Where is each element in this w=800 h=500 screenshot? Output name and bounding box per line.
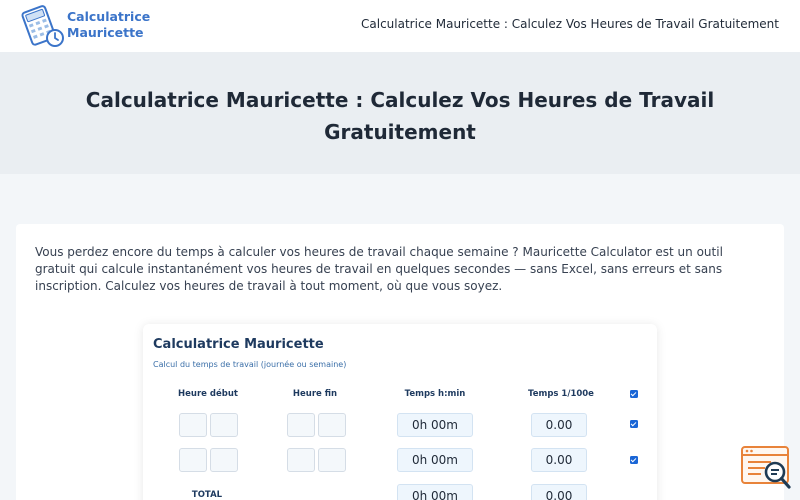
row-time-decimal: 0.00 bbox=[531, 413, 587, 437]
row-time-hm: 0h 00m bbox=[397, 448, 473, 472]
top-bar: Calculatrice Mauricette Calculatrice Mau… bbox=[0, 0, 800, 52]
row-checkbox[interactable] bbox=[630, 456, 638, 464]
calculator-title: Calculatrice Mauricette bbox=[153, 337, 324, 352]
intro-paragraph: Vous perdez encore du temps à calculer v… bbox=[35, 245, 723, 293]
brand-line-2: Mauricette bbox=[67, 25, 144, 40]
column-header-start: Heure début bbox=[178, 389, 238, 399]
hero-section: Calculatrice Mauricette : Calculez Vos H… bbox=[0, 52, 800, 174]
start-hour-input[interactable] bbox=[179, 448, 207, 472]
brand-name[interactable]: Calculatrice Mauricette bbox=[67, 9, 150, 41]
total-time-decimal: 0.00 bbox=[531, 484, 587, 500]
start-minute-input[interactable] bbox=[210, 413, 238, 437]
calculator-clock-icon[interactable] bbox=[18, 2, 66, 50]
start-hour-input[interactable] bbox=[179, 413, 207, 437]
column-header-decimal: Temps 1/100e bbox=[528, 389, 594, 399]
end-minute-input[interactable] bbox=[318, 448, 346, 472]
end-minute-input[interactable] bbox=[318, 413, 346, 437]
column-header-end: Heure fin bbox=[292, 389, 338, 399]
total-time-hm: 0h 00m bbox=[397, 484, 473, 500]
calculator-widget: Calculatrice Mauricette Calcul du temps … bbox=[143, 324, 657, 500]
calculator-subtitle: Calcul du temps de travail (journée ou s… bbox=[153, 360, 347, 369]
end-hour-input[interactable] bbox=[287, 448, 315, 472]
page-title: Calculatrice Mauricette : Calculez Vos H… bbox=[85, 88, 715, 144]
row-checkbox[interactable] bbox=[630, 420, 638, 428]
brand-line-1: Calculatrice bbox=[67, 9, 151, 24]
search-document-icon[interactable] bbox=[741, 446, 793, 490]
column-header-hm: Temps h:min bbox=[404, 389, 466, 399]
total-label: TOTAL bbox=[191, 490, 223, 500]
start-minute-input[interactable] bbox=[210, 448, 238, 472]
end-hour-input[interactable] bbox=[287, 413, 315, 437]
select-all-checkbox[interactable] bbox=[630, 390, 638, 398]
nav-title-link[interactable]: Calculatrice Mauricette : Calculez Vos H… bbox=[361, 17, 779, 31]
content-card: Vous perdez encore du temps à calculer v… bbox=[16, 224, 784, 500]
row-time-hm: 0h 00m bbox=[397, 413, 473, 437]
row-time-decimal: 0.00 bbox=[531, 448, 587, 472]
